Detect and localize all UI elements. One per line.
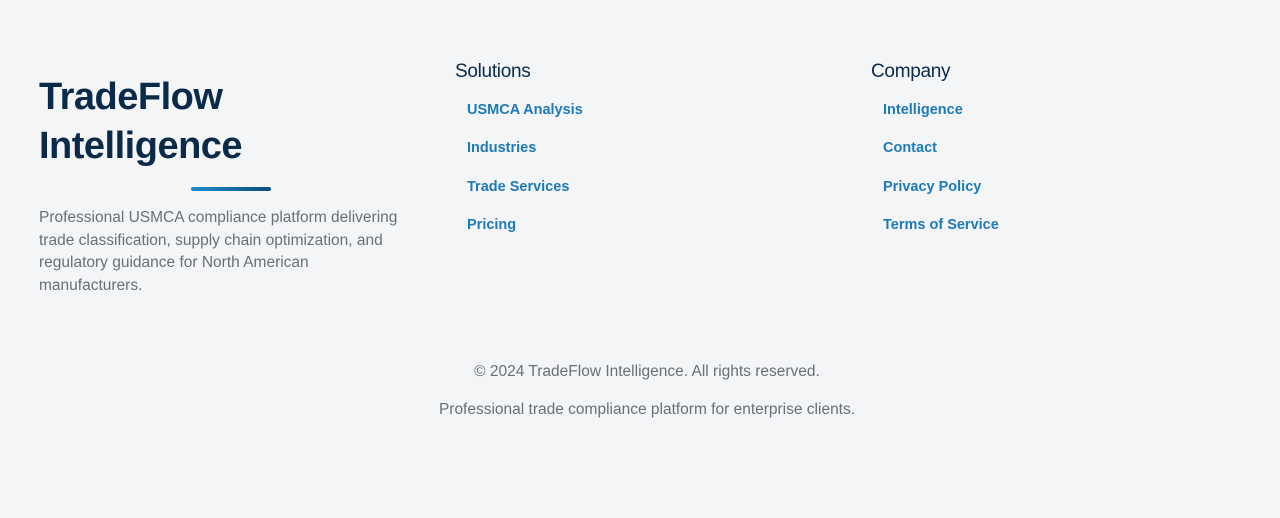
company-list-item: Contact xyxy=(883,139,1171,177)
footer-column-company: Company Intelligence Contact Privacy Pol… xyxy=(871,60,1171,254)
site-footer: TradeFlow Intelligence Professional USMC… xyxy=(0,0,1280,518)
solutions-list-item: Trade Services xyxy=(467,178,755,216)
industries-link[interactable]: Industries xyxy=(467,139,536,157)
solutions-list-item: USMCA Analysis xyxy=(467,101,755,139)
footer-tagline: Professional trade compliance platform f… xyxy=(438,401,856,418)
company-list-item: Privacy Policy xyxy=(883,178,1171,216)
contact-link[interactable]: Contact xyxy=(883,139,937,157)
company-list-item: Intelligence xyxy=(883,101,1171,139)
privacy-policy-link[interactable]: Privacy Policy xyxy=(883,178,981,196)
footer-brand: TradeFlow Intelligence Professional USMC… xyxy=(39,73,419,294)
brand-title-line-2: Intelligence xyxy=(39,125,243,167)
pricing-link[interactable]: Pricing xyxy=(467,216,516,234)
brand-accent-divider xyxy=(191,187,271,191)
brand-title-line-1: TradeFlow xyxy=(39,76,223,118)
intelligence-link[interactable]: Intelligence xyxy=(883,101,963,119)
terms-of-service-link[interactable]: Terms of Service xyxy=(883,216,999,234)
footer-bottom-bar: © 2024 TradeFlow Intelligence. All right… xyxy=(0,361,1280,421)
usmca-analysis-link[interactable]: USMCA Analysis xyxy=(467,101,583,119)
company-list-item: Terms of Service xyxy=(883,216,1171,254)
brand-title: TradeFlow Intelligence xyxy=(39,73,419,171)
trade-services-link[interactable]: Trade Services xyxy=(467,178,569,196)
footer-column-solutions: Solutions USMCA Analysis Industries Trad… xyxy=(455,60,755,254)
solutions-link-list: USMCA Analysis Industries Trade Services… xyxy=(455,101,755,254)
brand-description: Professional USMCA compliance platform d… xyxy=(39,209,398,294)
copyright-text: © 2024 TradeFlow Intelligence. All right… xyxy=(474,363,820,380)
company-heading: Company xyxy=(871,61,951,82)
company-link-list: Intelligence Contact Privacy Policy Term… xyxy=(871,101,1171,254)
solutions-heading: Solutions xyxy=(455,61,531,82)
solutions-list-item: Pricing xyxy=(467,216,755,254)
solutions-list-item: Industries xyxy=(467,139,755,177)
